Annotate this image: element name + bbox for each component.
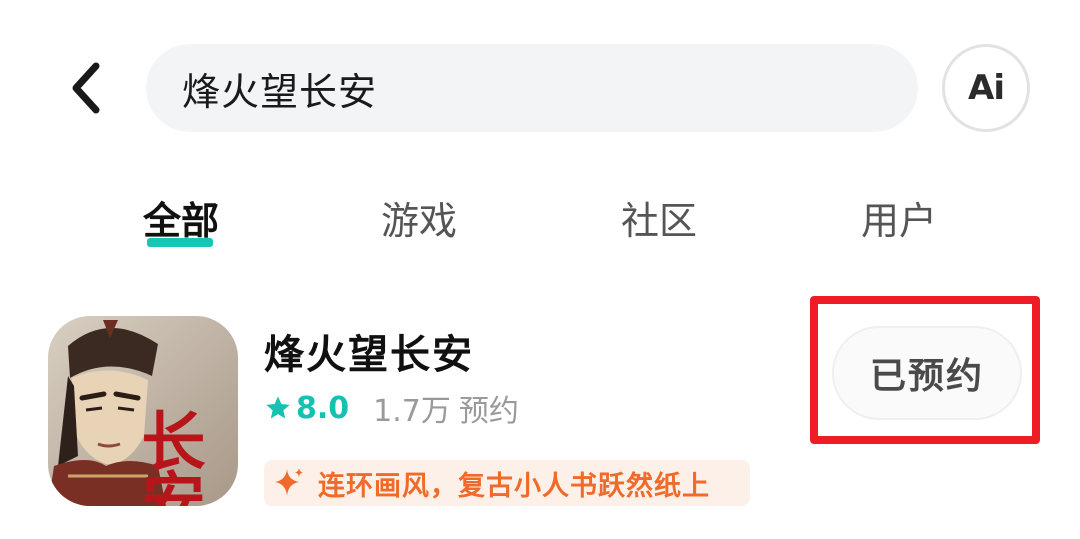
active-tab-indicator (147, 238, 213, 247)
chevron-left-icon (72, 62, 100, 114)
tagline-text: 连环画风，复古小人书跃然纸上 (318, 470, 710, 502)
rating-row: 8.0 1.7万 预约 (264, 386, 519, 430)
ai-assistant-button[interactable]: Ai (942, 44, 1030, 132)
tab-users[interactable]: 用户 (856, 194, 942, 254)
reserve-label: 预约 (458, 394, 519, 429)
tab-community[interactable]: 社区 (616, 194, 702, 254)
search-input[interactable]: 烽火望长安 (146, 44, 918, 132)
reserved-button-label: 已预约 (869, 356, 984, 397)
tagline-badge: 连环画风，复古小人书跃然纸上 (264, 460, 750, 506)
game-icon-calligraphy: 长安 (131, 408, 206, 506)
search-query-text: 烽火望长安 (182, 69, 378, 114)
star-icon (266, 396, 290, 419)
reserved-button[interactable]: 已预约 (832, 326, 1022, 420)
ai-icon: Ai (968, 68, 1005, 108)
back-button[interactable] (58, 58, 114, 118)
sparkle-icon (275, 468, 303, 496)
game-title[interactable]: 烽火望长安 (264, 322, 474, 380)
rating-value: 8.0 (296, 390, 350, 426)
reserve-count: 1.7万 (373, 394, 451, 429)
game-icon[interactable]: 长安 (48, 316, 238, 506)
tab-games[interactable]: 游戏 (376, 194, 462, 254)
